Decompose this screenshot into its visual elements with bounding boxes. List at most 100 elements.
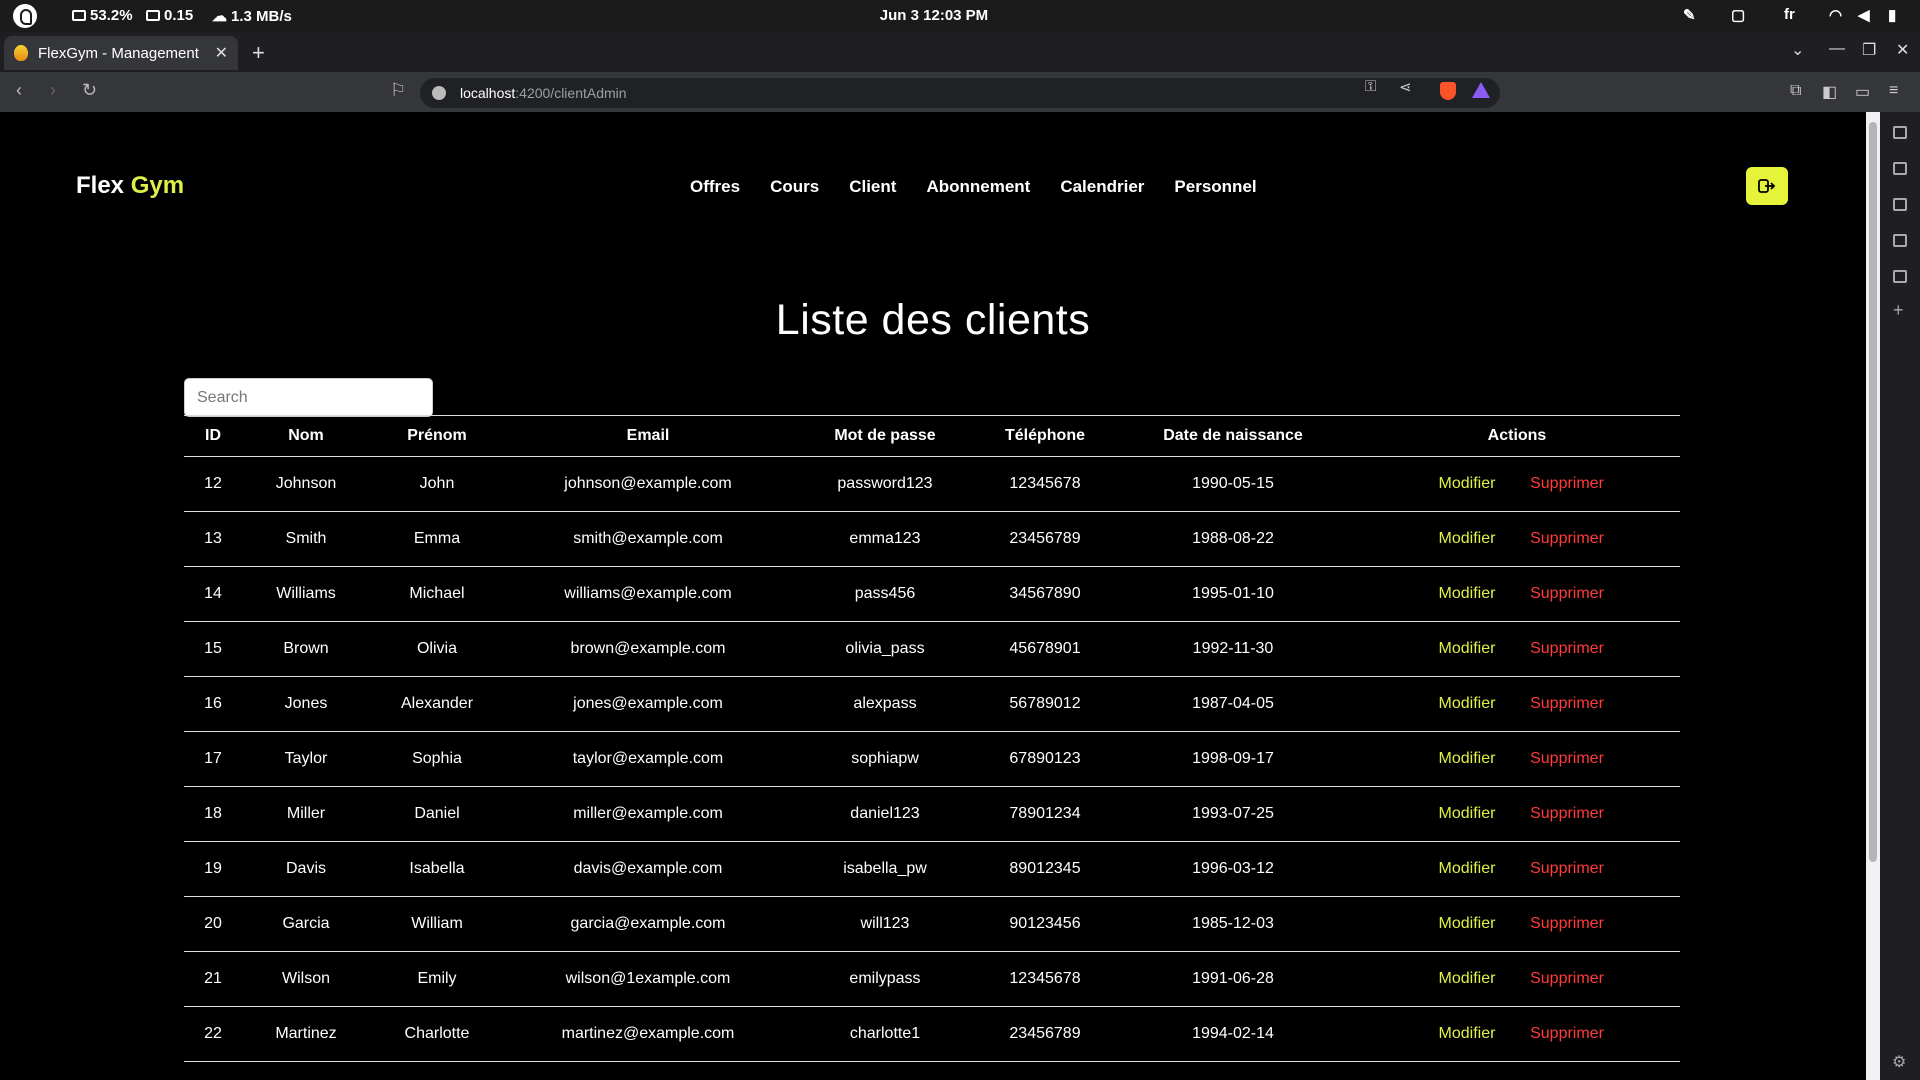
logout-icon (1758, 179, 1776, 193)
cell-actions: Modifier Supprimer (1354, 1006, 1680, 1062)
delete-button[interactable]: Supprimer (1517, 640, 1617, 658)
tab-close-icon[interactable]: ✕ (215, 43, 228, 63)
nav-abonnement[interactable]: Abonnement (926, 177, 1030, 197)
cell-nom: Brown (242, 621, 370, 677)
search-input[interactable] (184, 378, 433, 417)
modify-button[interactable]: Modifier (1417, 750, 1517, 768)
back-icon[interactable]: ‹ (16, 80, 22, 101)
cell-actions: Modifier Supprimer (1354, 841, 1680, 897)
cell-password: sophiapw (792, 731, 978, 787)
nav-cours[interactable]: Cours (770, 177, 819, 197)
table-row: 19 Davis Isabella davis@example.com isabella… (184, 841, 1680, 897)
page-scrollbar[interactable] (1866, 112, 1880, 1080)
cell-id: 20 (184, 896, 242, 952)
address-bar[interactable]: localhost:4200/clientAdmin (420, 78, 1500, 108)
cell-password: will123 (792, 896, 978, 952)
volume-icon[interactable]: ◀ (1858, 6, 1870, 24)
language-indicator[interactable]: fr (1784, 6, 1795, 23)
brand-part1: Flex (76, 172, 125, 199)
tab-list-chevron-icon[interactable]: ⌄ (1791, 40, 1804, 60)
new-tab-icon[interactable]: + (252, 40, 265, 66)
window-close-icon[interactable]: ✕ (1896, 40, 1909, 60)
url-host: localhost (460, 85, 516, 101)
scrollbar-thumb[interactable] (1869, 122, 1877, 862)
modify-button[interactable]: Modifier (1417, 530, 1517, 548)
modify-button[interactable]: Modifier (1417, 475, 1517, 493)
delete-button[interactable]: Supprimer (1517, 1025, 1617, 1043)
battery-icon[interactable]: ▮ (1888, 6, 1896, 24)
cell-id: 14 (184, 566, 242, 622)
modify-button[interactable]: Modifier (1417, 1025, 1517, 1043)
add-panel-icon[interactable]: + (1893, 300, 1904, 321)
settings-gear-icon[interactable]: ⚙ (1892, 1052, 1906, 1072)
brave-shields-icon[interactable] (1440, 82, 1456, 100)
modify-button[interactable]: Modifier (1417, 915, 1517, 933)
table-row: 15 Brown Olivia brown@example.com olivia_pas… (184, 621, 1680, 677)
nav-calendrier[interactable]: Calendrier (1060, 177, 1144, 197)
cell-actions: Modifier Supprimer (1354, 896, 1680, 952)
cell-nom: Martinez (242, 1006, 370, 1062)
nav-personnel[interactable]: Personnel (1174, 177, 1256, 197)
delete-button[interactable]: Supprimer (1517, 970, 1617, 988)
cell-nom: Taylor (242, 731, 370, 787)
delete-button[interactable]: Supprimer (1517, 585, 1617, 603)
delete-button[interactable]: Supprimer (1517, 530, 1617, 548)
modify-button[interactable]: Modifier (1417, 695, 1517, 713)
pen-icon[interactable]: ✎ (1683, 6, 1696, 24)
modify-button[interactable]: Modifier (1417, 970, 1517, 988)
menu-icon[interactable]: ≡ (1889, 82, 1898, 100)
col-nom: Nom (242, 415, 370, 457)
bookmark-icon[interactable]: ⚐ (390, 80, 406, 101)
nav-offres[interactable]: Offres (690, 177, 740, 197)
password-key-icon[interactable]: ⚿ (1365, 78, 1376, 95)
table-row: 20 Garcia William garcia@example.com will123… (184, 896, 1680, 952)
cell-email: martinez@example.com (504, 1006, 792, 1062)
reload-icon[interactable]: ↻ (82, 80, 97, 101)
leo-ai-icon[interactable] (1893, 126, 1907, 139)
cell-email: johnson@example.com (504, 456, 792, 512)
media-icon[interactable] (1893, 162, 1907, 175)
nav-client[interactable]: Client (849, 177, 896, 197)
modify-button[interactable]: Modifier (1417, 640, 1517, 658)
delete-button[interactable]: Supprimer (1517, 695, 1617, 713)
sidebar-toggle-icon[interactable]: ◧ (1822, 82, 1837, 102)
modify-button[interactable]: Modifier (1417, 805, 1517, 823)
cell-actions: Modifier Supprimer (1354, 951, 1680, 1007)
delete-button[interactable]: Supprimer (1517, 860, 1617, 878)
os-top-bar: 53.2% 0.15 ☁ 1.3 MB/s Jun 3 12:03 PM ✎ ▢… (0, 0, 1920, 32)
cell-id: 18 (184, 786, 242, 842)
wallet-icon[interactable]: ▭ (1855, 82, 1870, 102)
cell-password: emilypass (792, 951, 978, 1007)
reading-list-icon[interactable] (1893, 270, 1907, 283)
delete-button[interactable]: Supprimer (1517, 805, 1617, 823)
share-icon[interactable]: ⋖ (1399, 78, 1412, 96)
tab-flexgym[interactable]: FlexGym - Management ✕ (4, 36, 238, 70)
site-info-icon[interactable] (432, 86, 446, 100)
wifi-icon[interactable]: ◠ (1829, 6, 1842, 24)
modify-button[interactable]: Modifier (1417, 585, 1517, 603)
minimize-icon[interactable]: — (1829, 40, 1845, 58)
cell-birthdate: 1993-07-25 (1112, 786, 1354, 842)
cell-prenom: Emily (370, 951, 504, 1007)
clock[interactable]: Jun 3 12:03 PM (0, 7, 1868, 24)
table-body: 12 Johnson John johnson@example.com password… (184, 456, 1680, 1062)
delete-button[interactable]: Supprimer (1517, 915, 1617, 933)
delete-button[interactable]: Supprimer (1517, 475, 1617, 493)
col-prenom: Prénom (370, 415, 504, 457)
forward-icon[interactable]: › (50, 80, 56, 101)
delete-button[interactable]: Supprimer (1517, 750, 1617, 768)
wallet-panel-icon[interactable] (1893, 198, 1907, 211)
modify-button[interactable]: Modifier (1417, 860, 1517, 878)
cell-nom: Williams (242, 566, 370, 622)
extensions-icon[interactable]: ⧉ (1790, 82, 1801, 100)
main-nav: Offres Cours Client Abonnement Calendrie… (690, 177, 1257, 197)
bookmarks-panel-icon[interactable] (1893, 234, 1907, 247)
clipboard-icon[interactable]: ▢ (1731, 6, 1745, 24)
restore-icon[interactable]: ❐ (1862, 40, 1876, 60)
cell-nom: Garcia (242, 896, 370, 952)
brave-rewards-icon[interactable] (1472, 82, 1490, 98)
logout-button[interactable] (1746, 167, 1788, 205)
cell-prenom: Michael (370, 566, 504, 622)
cell-nom: Smith (242, 511, 370, 567)
site-logo[interactable]: Flex Gym (76, 172, 184, 200)
